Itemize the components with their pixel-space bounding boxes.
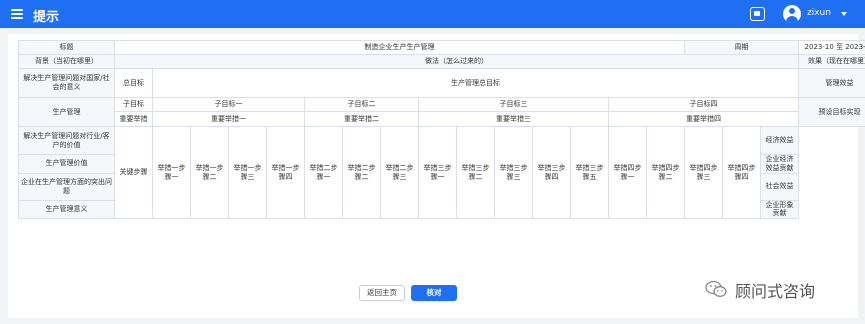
step-cell: 举措四步骤三 xyxy=(684,126,723,219)
total-goal-value: 生产管理总目标 xyxy=(151,68,800,98)
measure-3: 重要举措三 xyxy=(418,111,609,127)
content-panel: 标题 制造企业生产生产管理 周期 2023-10 至 2023-12 背景（当初… xyxy=(8,34,865,318)
step-cell: 举措三步骤五 xyxy=(570,126,609,219)
subgoal-1: 子目标一 xyxy=(152,97,305,112)
social-benefit-label: 社会效益 xyxy=(759,172,800,201)
watermark-text: 顾问式咨询 xyxy=(735,282,816,301)
top-bar: 提示 zixun xyxy=(0,0,865,28)
significance-country-label: 解决生产管理问题对国家/社会的意义 xyxy=(18,68,115,98)
preset-goal-label: 预设目标实现 xyxy=(798,97,865,127)
user-avatar-icon[interactable] xyxy=(783,5,801,23)
step-cell: 举措二步骤三 xyxy=(380,126,419,219)
measures-label: 重要举措 xyxy=(114,111,153,127)
subgoal-4: 子目标四 xyxy=(607,97,800,112)
period-label: 周期 xyxy=(683,40,800,55)
username[interactable]: zixun xyxy=(807,8,831,18)
step-cell: 举措一步骤二 xyxy=(190,126,229,219)
measure-4: 重要举措四 xyxy=(607,111,800,127)
background-header: 背景（当初在哪里） xyxy=(18,54,115,69)
outstanding-issue-label: 企业在生产管理方面的突出问题 xyxy=(18,172,115,201)
title-label: 标题 xyxy=(18,40,115,55)
step-cell: 举措四步骤一 xyxy=(608,126,647,219)
production-management-table: 标题 制造企业生产生产管理 周期 2023-10 至 2023-12 背景（当初… xyxy=(18,40,865,219)
step-cell: 举措二步骤二 xyxy=(342,126,381,219)
step-cell: 举措三步骤四 xyxy=(532,126,571,219)
enterprise-economic-label: 企业经济效益贡献 xyxy=(759,154,800,174)
title-value: 制造企业生产生产管理 xyxy=(114,40,685,55)
significance-industry-label: 解决生产管理问题对行业/客户的价值 xyxy=(18,126,115,155)
step-cell: 举措一步骤三 xyxy=(228,126,267,219)
return-home-button[interactable]: 返回主页 xyxy=(359,285,405,301)
menu-icon[interactable] xyxy=(11,9,23,19)
step-cell: 举措四步骤二 xyxy=(646,126,685,219)
chevron-down-icon[interactable] xyxy=(841,12,847,16)
production-significance-label: 生产管理意义 xyxy=(18,199,115,219)
effect-header: 效果（现在在哪里） xyxy=(798,54,865,69)
page-title: 提示 xyxy=(33,10,60,25)
wechat-icon xyxy=(705,280,727,297)
step-cell: 举措四步骤四 xyxy=(722,126,761,219)
image-contribution-label: 企业形象贡献 xyxy=(759,199,800,219)
check-button[interactable]: 核对 xyxy=(411,285,457,301)
subgoal-label: 子目标 xyxy=(114,97,153,112)
total-goal-label: 总目标 xyxy=(114,68,153,98)
step-cell: 举措三步骤二 xyxy=(456,126,495,219)
measure-1: 重要举措一 xyxy=(152,111,305,127)
message-icon[interactable] xyxy=(750,7,765,21)
management-benefit-label: 管理效益 xyxy=(798,68,865,98)
measure-2: 重要举措二 xyxy=(304,111,419,127)
subgoal-3: 子目标三 xyxy=(418,97,609,112)
step-cell: 举措一步骤一 xyxy=(152,126,191,219)
period-value: 2023-10 至 2023-12 xyxy=(798,40,865,55)
economic-benefit-label: 经济效益 xyxy=(759,126,800,155)
step-cell: 举措一步骤四 xyxy=(266,126,305,219)
step-cell: 举措二步骤一 xyxy=(304,126,343,219)
subgoal-2: 子目标二 xyxy=(304,97,419,112)
step-cell: 举措三步骤一 xyxy=(418,126,457,219)
method-header: 做法（怎么过来的） xyxy=(113,54,800,69)
production-management-label: 生产管理 xyxy=(18,97,115,127)
step-cell: 举措三步骤三 xyxy=(494,126,533,219)
key-steps-label: 关键步骤 xyxy=(114,126,153,219)
production-value-label: 生产管理价值 xyxy=(18,154,115,174)
